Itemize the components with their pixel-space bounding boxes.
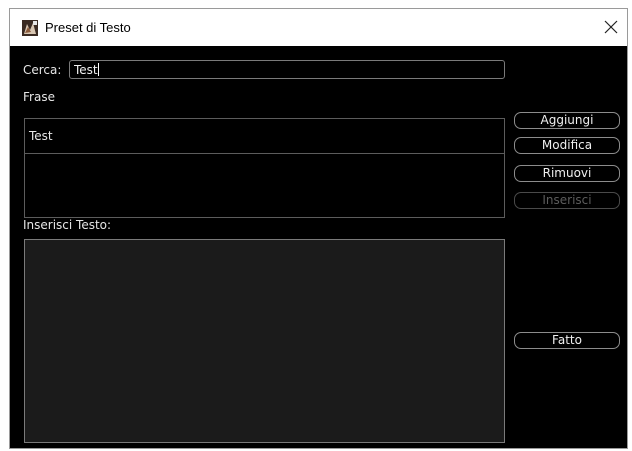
list-item[interactable]: Test <box>25 119 504 154</box>
dialog-content: Cerca: Frase Test Inserisci Testo: Aggiu… <box>10 46 627 448</box>
search-label: Cerca: <box>23 63 62 77</box>
preset-text-dialog: Preset di Testo Cerca: Frase Test Inseri… <box>9 8 628 449</box>
done-button[interactable]: Fatto <box>514 332 620 349</box>
close-icon <box>604 20 618 34</box>
edit-button[interactable]: Modifica <box>514 137 620 154</box>
close-button[interactable] <box>597 13 625 41</box>
search-input[interactable] <box>69 60 505 79</box>
title-bar: Preset di Testo <box>10 9 627 46</box>
insert-button[interactable]: Inserisci <box>514 192 620 209</box>
app-logo-icon <box>22 20 38 36</box>
add-button[interactable]: Aggiungi <box>514 112 620 129</box>
insert-text-area[interactable] <box>24 239 505 443</box>
insert-text-label: Inserisci Testo: <box>23 218 112 232</box>
window-title: Preset di Testo <box>45 20 131 35</box>
phrase-list[interactable]: Test <box>24 118 505 218</box>
text-cursor <box>98 63 99 76</box>
phrase-header: Frase <box>23 90 55 104</box>
remove-button[interactable]: Rimuovi <box>514 165 620 182</box>
